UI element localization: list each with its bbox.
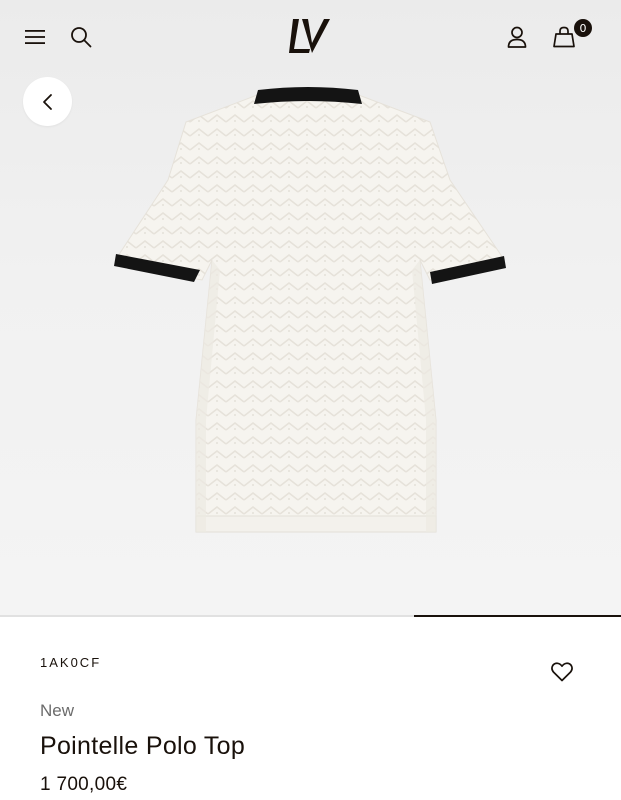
carousel-progress [0, 615, 621, 617]
carousel-progress-active [414, 615, 621, 617]
product-title: Pointelle Polo Top [40, 732, 246, 760]
account-button[interactable] [502, 22, 532, 52]
back-button[interactable] [23, 77, 72, 126]
menu-button[interactable] [20, 22, 50, 52]
heart-icon [551, 662, 573, 682]
search-icon [71, 27, 92, 48]
product-price: 1 700,00€ [40, 774, 128, 795]
wishlist-button[interactable] [548, 658, 576, 686]
new-badge: New [40, 701, 75, 720]
product-image [114, 87, 506, 533]
user-icon [507, 26, 527, 48]
product-sku: 1AK0CF [40, 655, 102, 670]
brand-logo[interactable] [288, 15, 332, 59]
bag-count-badge: 0 [574, 19, 592, 37]
product-info: 1AK0CF New Pointelle Polo Top 1 700,00€ [0, 618, 621, 800]
search-button[interactable] [66, 22, 96, 52]
top-header: 0 [0, 0, 621, 72]
chevron-left-icon [42, 93, 52, 110]
product-gallery: 0 [0, 0, 621, 617]
shopping-bag-icon [553, 26, 575, 48]
hamburger-icon [25, 30, 45, 44]
